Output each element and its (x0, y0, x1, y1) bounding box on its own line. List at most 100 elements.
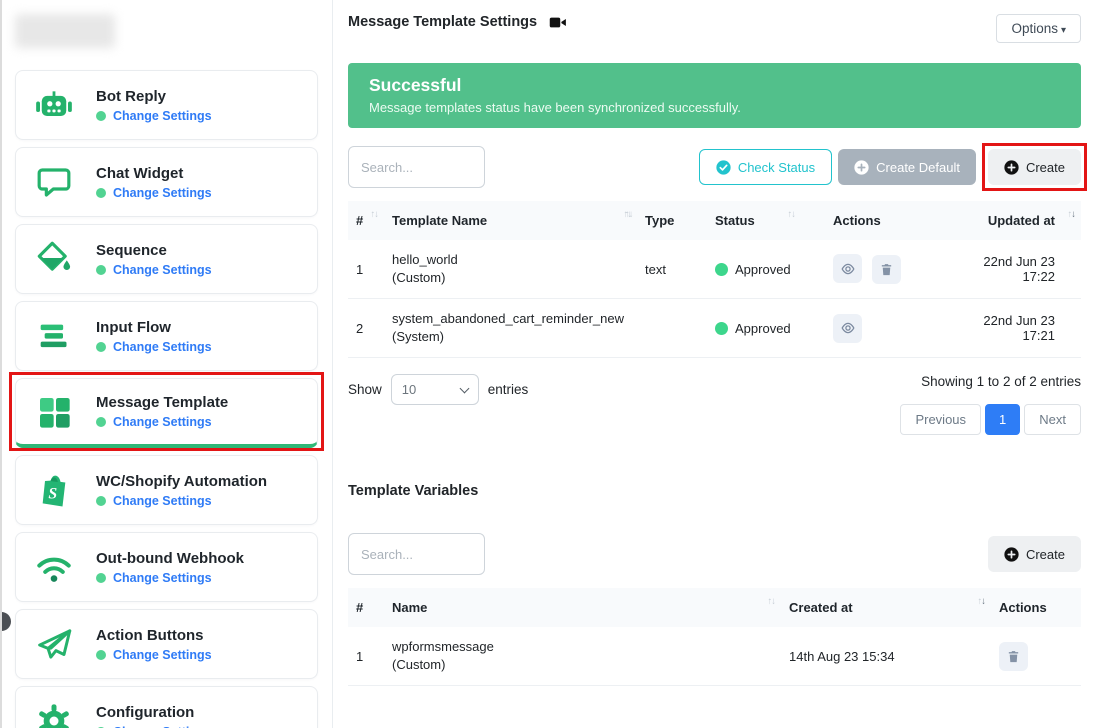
template-origin: (System) (392, 328, 629, 346)
sidebar-item-label: Message Template (96, 394, 228, 411)
app-logo (15, 14, 115, 48)
change-settings-link[interactable]: Change Settings (113, 571, 212, 585)
gear-icon (32, 699, 76, 728)
table-row: 1 wpformsmessage(Custom) 14th Aug 23 15:… (348, 627, 1081, 686)
grid-icon (32, 390, 76, 434)
sidebar-item-label: Out-bound Webhook (96, 550, 244, 567)
chat-bubble-icon (32, 160, 76, 204)
change-settings-link[interactable]: Change Settings (113, 340, 212, 354)
col-header-template-name[interactable]: Template Name↑↓ (384, 201, 637, 240)
col-header-actions: Actions (825, 201, 941, 240)
sort-icon: ↑↓ (371, 209, 379, 220)
col-header-type[interactable]: Type↑↓ (637, 201, 707, 240)
sidebar-item-label: Chat Widget (96, 165, 212, 182)
sidebar-item-message-template[interactable]: Message Template Change Settings (15, 378, 318, 448)
sidebar-item-action-buttons[interactable]: Action Buttons Change Settings (15, 609, 318, 679)
template-variables-title: Template Variables (348, 483, 1081, 499)
sidebar-item-bot-reply[interactable]: Bot Reply Change Settings (15, 70, 318, 140)
sidebar-item-label: WC/Shopify Automation (96, 473, 267, 490)
sidebar-item-sequence[interactable]: Sequence Change Settings (15, 224, 318, 294)
trash-icon (1006, 649, 1021, 664)
check-status-button[interactable]: Check Status (699, 149, 832, 185)
variables-search-input[interactable] (348, 533, 485, 575)
status-dot (96, 573, 106, 583)
sidebar-item-label: Configuration (96, 704, 212, 721)
status-dot (715, 263, 728, 276)
create-button[interactable]: Create (988, 149, 1081, 185)
change-settings-link[interactable]: Change Settings (113, 494, 212, 508)
status-badge: Approved (735, 262, 791, 277)
sort-icon: ↑↓ (625, 209, 633, 220)
robot-icon (32, 83, 76, 127)
sort-icon: ↑↓ (1068, 209, 1076, 220)
options-button[interactable]: Options▾ (996, 14, 1081, 43)
main-content: Message Template Settings Options▾ Succe… (333, 0, 1097, 728)
status-dot (96, 188, 106, 198)
col-header-name[interactable]: Name↑↓ (384, 588, 781, 627)
sidebar-item-input-flow[interactable]: Input Flow Change Settings (15, 301, 318, 371)
wifi-icon (32, 545, 76, 589)
change-settings-link[interactable]: Change Settings (113, 725, 212, 728)
success-banner: Successful Message templates status have… (348, 63, 1081, 128)
delete-button[interactable] (999, 642, 1028, 671)
updated-at: 22nd Jun 23 17:21 (941, 299, 1081, 358)
col-header-actions: Actions (991, 588, 1081, 627)
next-page-button[interactable]: Next (1024, 404, 1081, 435)
paint-bucket-icon (32, 237, 76, 281)
change-settings-link[interactable]: Change Settings (113, 648, 212, 662)
col-header-updated-at[interactable]: Updated at↑↓ (941, 201, 1081, 240)
template-origin: (Custom) (392, 269, 629, 287)
plus-circle-icon (1004, 160, 1019, 175)
plus-circle-icon (854, 160, 869, 175)
sidebar-item-wc-shopify-automation[interactable]: S WC/Shopify Automation Change Settings (15, 455, 318, 525)
entries-label: entries (488, 382, 529, 397)
change-settings-link[interactable]: Change Settings (113, 109, 212, 123)
sidebar-item-label: Sequence (96, 242, 212, 259)
change-settings-link[interactable]: Change Settings (113, 415, 212, 429)
banner-message: Message templates status have been synch… (369, 100, 1060, 115)
page-1-button[interactable]: 1 (985, 404, 1020, 435)
variable-origin: (Custom) (392, 656, 773, 674)
status-dot (96, 650, 106, 660)
templates-search-input[interactable] (348, 146, 485, 188)
entries-summary: Showing 1 to 2 of 2 entries (921, 374, 1081, 389)
plus-circle-icon (1004, 547, 1019, 562)
page-title: Message Template Settings (348, 14, 567, 30)
status-dot (96, 496, 106, 506)
change-settings-link[interactable]: Change Settings (113, 186, 212, 200)
status-dot (715, 322, 728, 335)
eye-icon (840, 320, 856, 336)
banner-title: Successful (369, 73, 1060, 97)
sort-icon: ↑↓ (768, 596, 776, 607)
sidebar-item-configuration[interactable]: Configuration Change Settings (15, 686, 318, 728)
updated-at: 22nd Jun 23 17:22 (941, 240, 1081, 299)
status-dot (96, 417, 106, 427)
col-header-created-at[interactable]: Created at↑↓ (781, 588, 991, 627)
variables-create-button[interactable]: Create (988, 536, 1081, 572)
status-dot (96, 111, 106, 121)
sidebar-item-chat-widget[interactable]: Chat Widget Change Settings (15, 147, 318, 217)
view-button[interactable] (833, 254, 862, 283)
sort-icon: ↑↓ (788, 209, 796, 220)
page-size-select[interactable]: 10 (391, 374, 479, 405)
col-header-num[interactable]: #↑↓ (348, 201, 384, 240)
template-type: text (637, 240, 707, 299)
app-window: Bot Reply Change Settings Chat Widget Ch… (0, 0, 1097, 728)
sidebar-item-out-bound-webhook[interactable]: Out-bound Webhook Change Settings (15, 532, 318, 602)
view-button[interactable] (833, 314, 862, 343)
change-settings-link[interactable]: Change Settings (113, 263, 212, 277)
created-at: 14th Aug 23 15:34 (781, 627, 991, 686)
table-row: 2 system_abandoned_cart_reminder_new(Sys… (348, 299, 1081, 358)
video-camera-icon[interactable] (549, 15, 567, 30)
previous-page-button[interactable]: Previous (900, 404, 981, 435)
status-dot (96, 342, 106, 352)
variable-name: wpformsmessage (392, 638, 773, 656)
check-circle-icon (716, 160, 731, 175)
bars-icon (32, 314, 76, 358)
delete-button[interactable] (872, 255, 901, 284)
create-default-button[interactable]: Create Default (838, 149, 976, 185)
shopify-bag-icon: S (32, 468, 76, 512)
col-header-status[interactable]: Status↑↓ (707, 201, 825, 240)
variables-table: # Name↑↓ Created at↑↓ Actions 1 wpformsm… (348, 588, 1081, 686)
paper-plane-icon (32, 622, 76, 666)
